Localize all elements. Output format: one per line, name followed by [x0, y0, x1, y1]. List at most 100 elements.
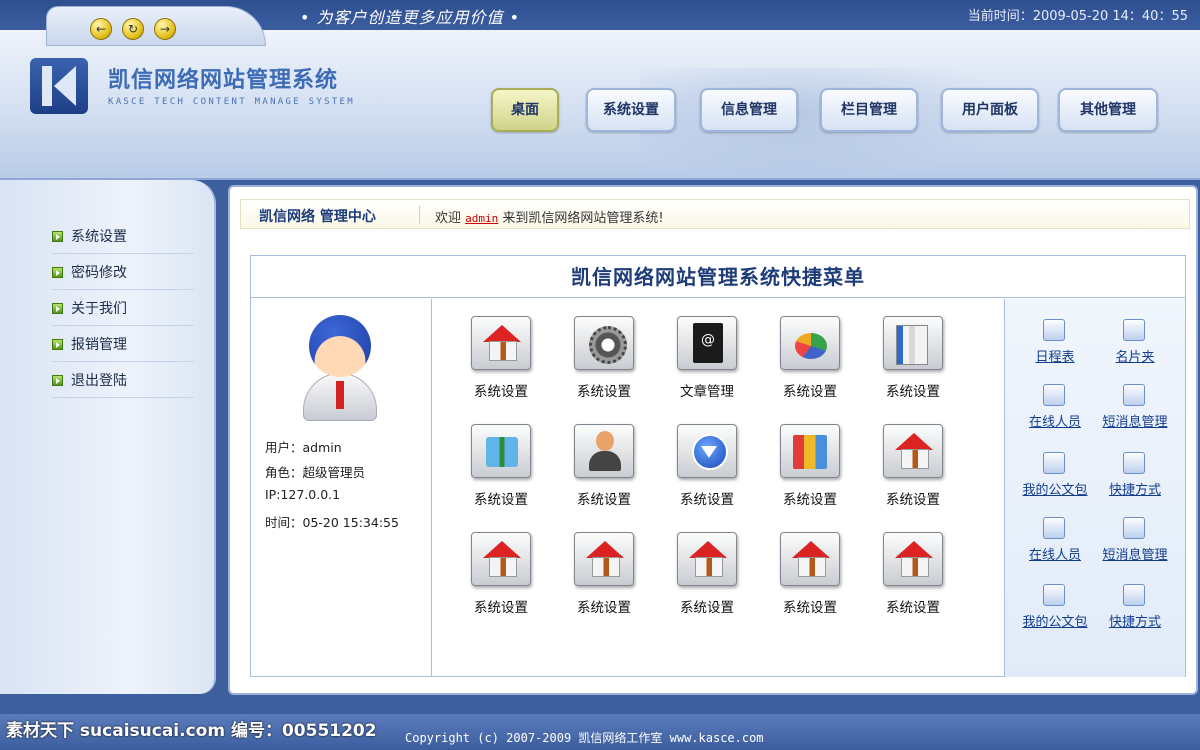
shortcut-icon [1123, 452, 1145, 474]
logo-icon [30, 58, 88, 114]
house-icon [883, 424, 943, 478]
arrow-bullet-icon [52, 375, 63, 386]
tile-system-settings-1[interactable]: 系统设置 [453, 316, 543, 412]
tile-system-settings-10[interactable]: 系统设置 [865, 424, 955, 520]
tile-system-settings-8[interactable]: 系统设置 [659, 424, 749, 520]
tile-system-settings-11[interactable]: 系统设置 [453, 532, 543, 628]
tile-label: 系统设置 [474, 600, 528, 616]
link-label: 短消息管理 [1102, 415, 1168, 430]
sidebar-item-label: 退出登陆 [71, 373, 127, 389]
welcome-bar: 凯信网络 管理中心 欢迎 admin 来到凯信网络网站管理系统! [240, 199, 1190, 229]
link-label: 在线人员 [1028, 415, 1081, 430]
house-icon [471, 532, 531, 586]
link-messages[interactable]: 短消息管理 [1095, 384, 1175, 440]
user-role-line: 角色：超级管理员 [265, 465, 366, 480]
forward-button[interactable]: → [154, 18, 176, 40]
tile-system-settings-7[interactable]: 系统设置 [556, 424, 646, 520]
tile-label: 系统设置 [474, 384, 528, 400]
tile-system-settings-12[interactable]: 系统设置 [556, 532, 646, 628]
link-schedule[interactable]: 日程表 [1015, 319, 1095, 375]
back-button[interactable]: ← [90, 18, 112, 40]
tile-system-settings-14[interactable]: 系统设置 [762, 532, 852, 628]
user-time-line: 时间：05-20 15:34:55 [265, 515, 399, 530]
link-label: 日程表 [1035, 350, 1075, 365]
arrow-bullet-icon [52, 303, 63, 314]
welcome-brand: 凯信网络 管理中心 [259, 209, 376, 225]
online-users-icon [1043, 517, 1065, 539]
menu-info-management[interactable]: 信息管理 [700, 88, 798, 132]
tile-label: 系统设置 [474, 492, 528, 508]
watermark: 素材天下 sucaisucai.com 编号：00551202 [6, 721, 377, 741]
tile-label: 系统设置 [783, 492, 837, 508]
link-messages-2[interactable]: 短消息管理 [1095, 517, 1175, 573]
app-title: 凯信网络网站管理系统 [108, 68, 339, 93]
sidebar-item-system-settings[interactable]: 系统设置 [52, 220, 194, 254]
avatar-tie [336, 381, 344, 409]
arrow-bullet-icon [52, 267, 63, 278]
tile-system-settings-2[interactable]: 系统设置 [556, 316, 646, 412]
tile-label: 系统设置 [783, 384, 837, 400]
tile-label: 系统设置 [886, 600, 940, 616]
user-ip-line: IP:127.0.0.1 [265, 487, 341, 502]
download-icon [677, 424, 737, 478]
tile-label: 系统设置 [783, 600, 837, 616]
shortcut-icon [1123, 584, 1145, 606]
main-panel: 凯信网络 管理中心 欢迎 admin 来到凯信网络网站管理系统! 凯信网络网站管… [228, 185, 1198, 695]
menu-column-management[interactable]: 栏目管理 [820, 88, 918, 132]
tile-label: 系统设置 [886, 492, 940, 508]
tile-label: 系统设置 [577, 384, 631, 400]
address-book-icon [677, 316, 737, 370]
app-subtitle: KASCE TECH CONTENT MANAGE SYSTEM [108, 97, 355, 107]
copyright: Copyright (c) 2007-2009 凯信网络工作室 www.kasc… [405, 731, 764, 745]
documents-icon [883, 316, 943, 370]
quick-menu-title: 凯信网络网站管理系统快捷菜单 [251, 256, 1185, 298]
current-user-link[interactable]: admin [465, 212, 498, 225]
sidebar-item-logout[interactable]: 退出登陆 [52, 364, 194, 398]
briefcase-icon [1043, 584, 1065, 606]
menu-user-panel[interactable]: 用户面板 [941, 88, 1039, 132]
messages-icon [1123, 384, 1145, 406]
gift-icon [471, 424, 531, 478]
menu-desktop[interactable]: 桌面 [491, 88, 559, 132]
welcome-prefix: 欢迎 [435, 211, 462, 226]
avatar [303, 315, 377, 421]
link-label: 名片夹 [1115, 350, 1155, 365]
sidebar-item-about[interactable]: 关于我们 [52, 292, 194, 326]
refresh-button[interactable]: ↻ [122, 18, 144, 40]
briefcase-icon [1043, 452, 1065, 474]
tile-system-settings-9[interactable]: 系统设置 [762, 424, 852, 520]
tile-system-settings-4[interactable]: 系统设置 [762, 316, 852, 412]
link-briefcase[interactable]: 我的公文包 [1015, 452, 1095, 508]
menu-other-management[interactable]: 其他管理 [1058, 88, 1158, 132]
link-business-cards[interactable]: 名片夹 [1095, 319, 1175, 375]
link-shortcuts[interactable]: 快捷方式 [1095, 452, 1175, 508]
house-icon [883, 532, 943, 586]
slogan: • 为客户创造更多应用价值 • [300, 8, 521, 27]
link-online-users-2[interactable]: 在线人员 [1015, 517, 1095, 573]
menu-system-settings[interactable]: 系统设置 [586, 88, 676, 132]
sidebar-item-reimbursement[interactable]: 报销管理 [52, 328, 194, 362]
arrow-bullet-icon [52, 339, 63, 350]
welcome-suffix: 来到凯信网络网站管理系统! [502, 211, 664, 226]
link-label: 短消息管理 [1102, 548, 1168, 563]
house-icon [780, 532, 840, 586]
sidebar-item-label: 系统设置 [71, 229, 127, 245]
link-shortcuts-2[interactable]: 快捷方式 [1095, 584, 1175, 640]
tile-system-settings-13[interactable]: 系统设置 [659, 532, 749, 628]
tile-system-settings-5[interactable]: 系统设置 [865, 316, 955, 412]
pie-chart-icon [780, 316, 840, 370]
messages-icon [1123, 517, 1145, 539]
tile-label: 系统设置 [680, 492, 734, 508]
tile-article-management[interactable]: 文章管理 [659, 316, 749, 412]
tile-system-settings-6[interactable]: 系统设置 [453, 424, 543, 520]
link-label: 我的公文包 [1022, 483, 1088, 498]
house-icon [574, 532, 634, 586]
tile-label: 系统设置 [577, 600, 631, 616]
tile-system-settings-15[interactable]: 系统设置 [865, 532, 955, 628]
gear-icon [574, 316, 634, 370]
user-name-line: 用户：admin [265, 440, 342, 455]
card-icon [1123, 319, 1145, 341]
link-briefcase-2[interactable]: 我的公文包 [1015, 584, 1095, 640]
link-online-users[interactable]: 在线人员 [1015, 384, 1095, 440]
sidebar-item-password[interactable]: 密码修改 [52, 256, 194, 290]
